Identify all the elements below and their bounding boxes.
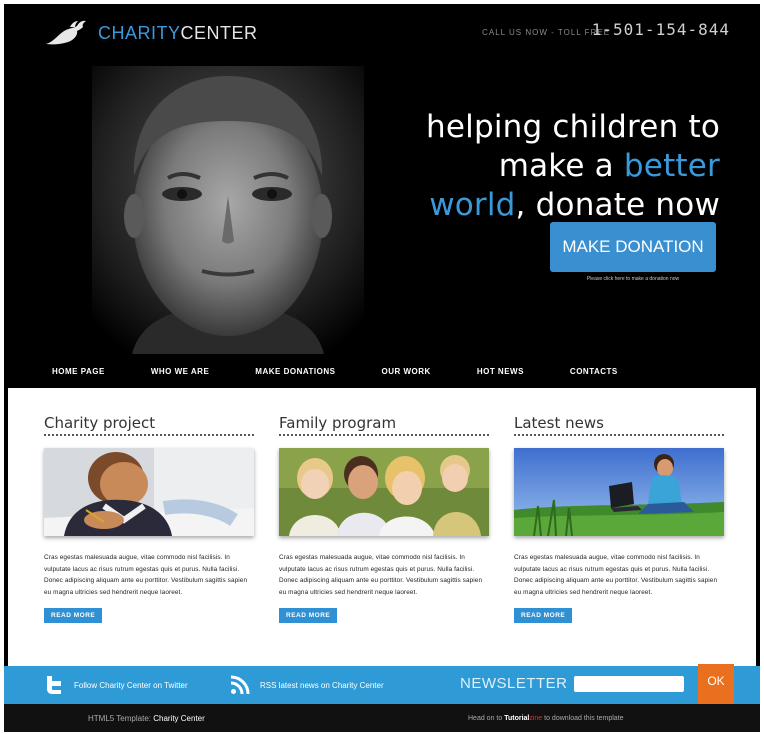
phone-number: 1-501-154-844 (591, 20, 730, 39)
hero-line-2a: make a (498, 148, 624, 184)
hero-line-1: helping children to (426, 109, 720, 145)
content-area: Charity project Cras egestas malesuada a… (8, 388, 756, 666)
column-image (44, 448, 254, 536)
read-more-button[interactable]: READ MORE (514, 608, 573, 623)
column-latest-news: Latest news Cras egestas malesuada augue… (514, 414, 724, 623)
rss-link[interactable]: RSS latest news on Charity Center (230, 666, 384, 704)
download-credit-prefix: Head on to (468, 715, 505, 722)
twitter-follow-link[interactable]: Follow Charity Center on Twitter (44, 666, 188, 704)
nav-item-our-work[interactable]: OUR WORK (381, 367, 430, 376)
template-credit: HTML5 Template: Charity Center (88, 714, 205, 723)
column-image (279, 448, 489, 536)
download-credit: Head on to Tutorialzine to download this… (468, 715, 624, 722)
logo[interactable]: CHARITYCENTER (44, 18, 258, 48)
column-text: Cras egestas malesuada augue, vitae comm… (279, 554, 483, 596)
nav-item-home[interactable]: HOME PAGE (52, 367, 105, 376)
twitter-follow-text: Follow Charity Center on Twitter (74, 680, 188, 690)
main-nav: HOME PAGE WHO WE ARE MAKE DONATIONS OUR … (4, 354, 760, 388)
nav-item-hot-news[interactable]: HOT NEWS (477, 367, 524, 376)
bottom-credits: HTML5 Template: Charity Center Head on t… (4, 704, 760, 732)
column-family-program: Family program Cras egestas malesuada au… (279, 414, 489, 623)
column-text: Cras egestas malesuada augue, vitae comm… (44, 554, 248, 596)
twitter-icon (47, 676, 61, 694)
child-laptop-photo (514, 448, 724, 536)
rss-text: RSS latest news on Charity Center (260, 680, 384, 690)
hero-line-3a: world (429, 187, 516, 223)
hero-line-2: make a better (420, 147, 720, 186)
newsletter-ok-button[interactable]: OK (698, 664, 734, 706)
hero-line-3b: , donate now (515, 187, 720, 223)
nav-item-contacts[interactable]: CONTACTS (570, 367, 618, 376)
rss-icon (230, 675, 250, 695)
tutorialzine-link-b[interactable]: zine (529, 715, 542, 722)
read-more-button[interactable]: READ MORE (44, 608, 103, 623)
nav-item-make-donations[interactable]: MAKE DONATIONS (255, 367, 335, 376)
nav-item-who-we-are[interactable]: WHO WE ARE (151, 367, 209, 376)
template-credit-prefix: HTML5 Template: (88, 714, 154, 723)
page-frame: CHARITYCENTER CALL US NOW - TOLL FREE 1-… (4, 4, 760, 732)
column-image (514, 448, 724, 536)
hero: helping children to make a better world,… (4, 64, 760, 354)
tutorialzine-link-a[interactable]: Tutorial (504, 715, 529, 722)
hero-line-3: world, donate now (420, 186, 720, 225)
make-donation-button[interactable]: MAKE DONATION (550, 222, 716, 272)
hero-child-photo (92, 66, 364, 354)
template-name: Charity Center (153, 714, 205, 723)
download-credit-suffix: to download this template (542, 715, 624, 722)
column-title: Family program (279, 414, 489, 436)
newsletter-email-input[interactable] (574, 676, 684, 692)
hero-headline: helping children to make a better world,… (420, 108, 720, 225)
column-charity-project: Charity project Cras egestas malesuada a… (44, 414, 254, 623)
brand-name-part2: CENTER (180, 22, 258, 43)
brand-name: CHARITYCENTER (98, 23, 258, 44)
column-title: Charity project (44, 414, 254, 436)
read-more-button[interactable]: READ MORE (279, 608, 338, 623)
column-text: Cras egestas malesuada augue, vitae comm… (514, 554, 718, 596)
footer-bar: Follow Charity Center on Twitter RSS lat… (4, 664, 760, 706)
bird-logo-icon (46, 20, 86, 45)
family-photo (279, 448, 489, 536)
brand-name-part1: CHARITY (98, 22, 181, 43)
newsletter-label: NEWSLETTER (460, 675, 568, 692)
donation-hint: Please click here to make a donation now (586, 276, 680, 282)
header: CHARITYCENTER CALL US NOW - TOLL FREE 1-… (4, 4, 760, 64)
column-title: Latest news (514, 414, 724, 436)
hero-line-2b: better (623, 148, 720, 184)
boy-writing-photo (44, 448, 254, 536)
